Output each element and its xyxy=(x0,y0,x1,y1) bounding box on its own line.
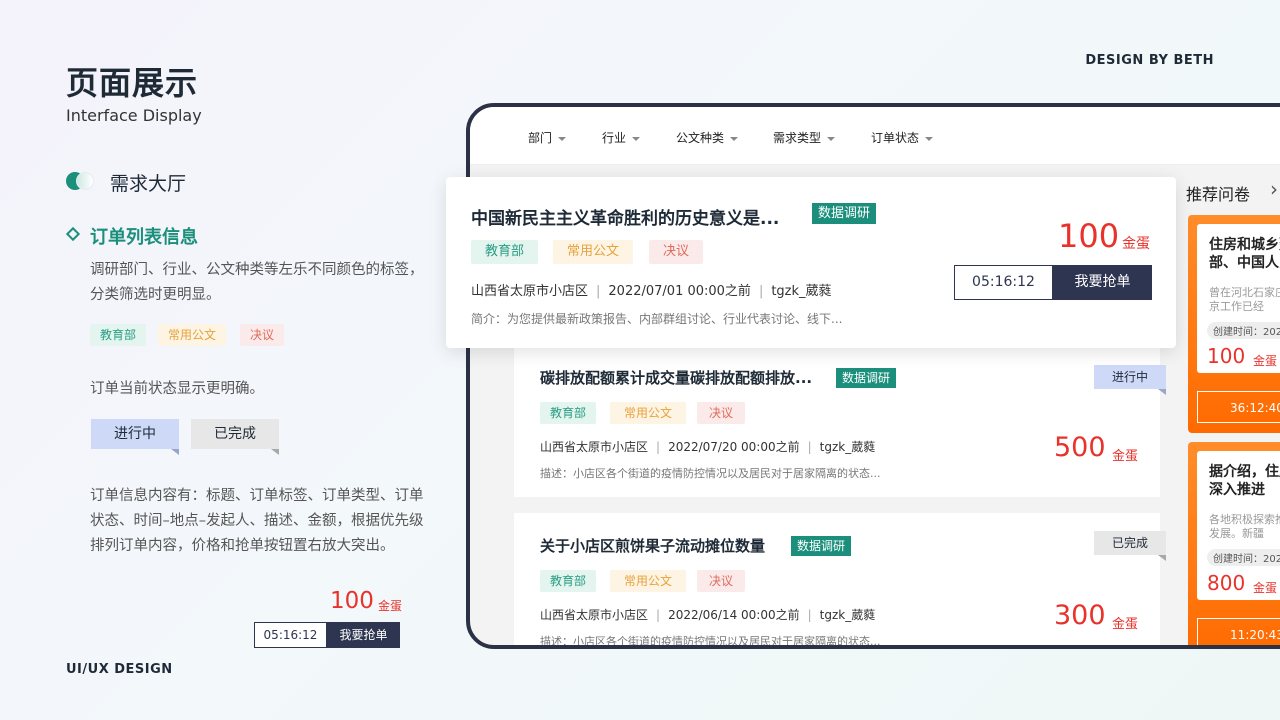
page-subtitle: Interface Display xyxy=(66,106,202,125)
desc-tags: 调研部门、行业、公文种类等左乐不同颜色的标签，分类筛选时更明显。 xyxy=(90,262,424,303)
recommend-title: 据介绍，住房部深入推进 xyxy=(1209,464,1280,498)
order-status-badge: 进行中 xyxy=(1094,365,1166,395)
caret-down-icon xyxy=(632,136,641,141)
filter-label: 公文种类 xyxy=(676,131,725,145)
recommend-price-unit: 金蛋 xyxy=(1253,354,1278,368)
recommend-card[interactable]: 住房和城乡建部、中国人民 曾在河北石家庄来北京工作已经 创建时间：2022 10… xyxy=(1188,215,1280,433)
tag-resolution: 决议 xyxy=(649,240,704,264)
filter-label: 订单状态 xyxy=(871,131,920,145)
order-status-badge: 已完成 xyxy=(1094,531,1166,561)
order-card[interactable]: 关于小店区煎饼果子流动摊位数量 数据调研 教育部 常用公文 决议 山西省太原市小… xyxy=(514,513,1160,648)
order-countdown: 05:16:12 xyxy=(954,265,1053,300)
caret-down-icon xyxy=(558,136,567,141)
filter-demand-type[interactable]: 需求类型 xyxy=(773,129,836,146)
caret-down-icon xyxy=(827,136,836,141)
recommend-heading: 推荐问卷 xyxy=(1186,185,1251,204)
featured-order-card[interactable]: 中国新民主主义革命胜利的历史意义是... 数据调研 教育部 常用公文 决议 山西… xyxy=(446,177,1176,348)
filter-bar: 部门 行业 公文种类 需求类型 订单状态 xyxy=(470,107,1280,165)
recommend-price-unit: 金蛋 xyxy=(1253,581,1278,595)
order-type-badge: 数据调研 xyxy=(812,203,877,224)
sample-countdown: 05:16:12 xyxy=(254,622,327,648)
filter-label: 部门 xyxy=(528,131,553,145)
order-datetime: 2022/06/14 00:00之前 xyxy=(668,608,800,622)
order-brief: 简介：为您提供最新政策报告、内部群组讨论、行业代表讨论、线下... xyxy=(471,312,843,326)
recommend-card-body: 据介绍，住房部深入推进 各地积极探索推字化发展。新疆 创建时间：2022 800… xyxy=(1197,451,1280,600)
order-desc: 描述：小店区各个街道的疫情防控情况以及居民对于居家隔离的状态... xyxy=(540,467,881,480)
tag-document: 常用公文 xyxy=(610,402,687,424)
order-title: 碳排放配额累计成交量碳排放配额排放... xyxy=(540,369,813,387)
desc-status: 订单当前状态显示更明确。 xyxy=(90,381,264,397)
tag-resolution: 决议 xyxy=(697,570,746,592)
order-type-badge: 数据调研 xyxy=(791,536,852,556)
sample-grab-button[interactable]: 我要抢单 xyxy=(327,622,400,648)
order-price-unit: 金蛋 xyxy=(1112,617,1139,632)
recommend-price: 800 xyxy=(1207,571,1246,595)
order-title: 关于小店区煎饼果子流动摊位数量 xyxy=(540,537,766,555)
sample-tag-education: 教育部 xyxy=(90,324,147,346)
order-datetime: 2022/07/20 00:00之前 xyxy=(668,440,800,454)
order-location: 山西省太原市小店区 xyxy=(540,440,649,454)
sample-price: 100 xyxy=(330,588,374,614)
order-user: tgzk_葳蕤 xyxy=(819,608,876,622)
order-price: 300 xyxy=(1054,600,1106,631)
sample-price-unit: 金蛋 xyxy=(378,599,403,613)
recommend-countdown[interactable]: 36:12:40 xyxy=(1197,391,1280,423)
order-price: 500 xyxy=(1054,432,1106,463)
sample-tag-resolution: 决议 xyxy=(240,324,285,346)
order-location: 山西省太原市小店区 xyxy=(471,284,589,299)
order-card[interactable]: 碳排放配额累计成交量碳排放配额排放... 数据调研 教育部 常用公文 决议 山西… xyxy=(514,337,1160,497)
diamond-icon xyxy=(65,226,81,242)
tag-education: 教育部 xyxy=(540,570,597,592)
caret-down-icon xyxy=(925,136,934,141)
sample-tag-document: 常用公文 xyxy=(158,324,227,346)
filter-label: 需求类型 xyxy=(773,131,822,145)
recommend-price: 100 xyxy=(1207,344,1246,368)
tag-document: 常用公文 xyxy=(553,240,634,264)
filter-order-status[interactable]: 订单状态 xyxy=(871,129,934,146)
sample-status-active: 进行中 xyxy=(91,419,179,455)
tag-education: 教育部 xyxy=(540,402,597,424)
page-title: 页面展示 xyxy=(66,64,199,102)
brand-label: DESIGN BY BETH xyxy=(1085,53,1214,68)
order-price-unit: 金蛋 xyxy=(1122,236,1150,252)
recommend-desc: 各地积极探索推字化发展。新疆 xyxy=(1209,513,1280,540)
recommend-title: 住房和城乡建部、中国人民 xyxy=(1209,237,1280,271)
caret-down-icon xyxy=(730,136,739,141)
footer-label: UI/UX DESIGN xyxy=(66,662,173,677)
order-price: 100 xyxy=(1058,217,1120,255)
order-desc: 描述：小店区各个街道的疫情防控情况以及居民对于居家隔离的状态... xyxy=(540,635,881,648)
order-datetime: 2022/07/01 00:00之前 xyxy=(608,284,751,299)
order-meta: 山西省太原市小店区 | 2022/07/01 00:00之前 | tgzk_葳蕤 xyxy=(471,284,832,299)
tag-resolution: 决议 xyxy=(697,402,746,424)
tag-education: 教育部 xyxy=(471,240,539,264)
section-title: 需求大厅 xyxy=(110,173,187,195)
recommend-desc: 曾在河北石家庄来北京工作已经 xyxy=(1209,286,1280,313)
order-user: tgzk_葳蕤 xyxy=(771,284,832,299)
order-location: 山西省太原市小店区 xyxy=(540,608,649,622)
order-user: tgzk_葳蕤 xyxy=(819,440,876,454)
order-type-badge: 数据调研 xyxy=(836,368,897,388)
recommend-card-body: 住房和城乡建部、中国人民 曾在河北石家庄来北京工作已经 创建时间：2022 10… xyxy=(1197,224,1280,373)
subsection-title: 订单列表信息 xyxy=(90,227,198,248)
desc-order-info: 订单信息内容有：标题、订单标签、订单类型、订单状态、时间–地点–发起人、描述、金… xyxy=(90,488,424,554)
tag-document: 常用公文 xyxy=(610,570,687,592)
recommend-date: 创建时间：2022 xyxy=(1207,322,1280,339)
recommend-countdown[interactable]: 11:20:43 xyxy=(1197,618,1280,645)
recommend-card[interactable]: 据介绍，住房部深入推进 各地积极探索推字化发展。新疆 创建时间：2022 800… xyxy=(1188,442,1280,645)
filter-department[interactable]: 部门 xyxy=(528,129,567,146)
order-title: 中国新民主主义革命胜利的历史意义是... xyxy=(471,209,780,229)
chevron-right-icon[interactable]: › xyxy=(1270,177,1278,201)
sample-status-done: 已完成 xyxy=(191,419,279,455)
grab-order-button[interactable]: 我要抢单 xyxy=(1053,265,1152,300)
section-toggle-icon xyxy=(66,172,98,190)
filter-doc-type[interactable]: 公文种类 xyxy=(676,129,739,146)
order-meta: 山西省太原市小店区 | 2022/06/14 00:00之前 | tgzk_葳蕤 xyxy=(540,608,876,622)
order-price-unit: 金蛋 xyxy=(1112,449,1139,464)
recommend-date: 创建时间：2022 xyxy=(1207,549,1280,566)
order-meta: 山西省太原市小店区 | 2022/07/20 00:00之前 | tgzk_葳蕤 xyxy=(540,440,876,454)
filter-label: 行业 xyxy=(602,131,627,145)
filter-industry[interactable]: 行业 xyxy=(602,129,641,146)
